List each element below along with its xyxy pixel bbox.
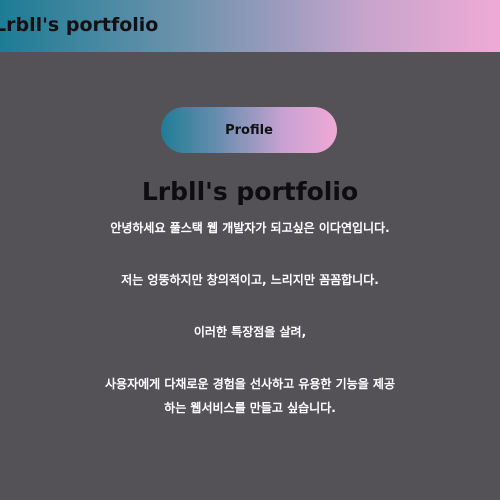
intro-paragraph-goal: 사용자에게 다채로운 경험을 선사하고 유용한 기능을 제공하는 웹서비스를 만…: [104, 377, 396, 415]
header-bar: Lrbll's portfolio: [0, 0, 500, 52]
intro-paragraph-personality: 저는 엉뚱하지만 창의적이고, 느리지만 꼼꼼합니다.: [121, 273, 379, 287]
profile-button[interactable]: Profile: [161, 107, 337, 153]
intro-paragraph-greeting: 안녕하세요 풀스택 웹 개발자가 되고싶은 이다연입니다.: [110, 221, 390, 235]
intro-paragraph-strengths: 이러한 특장점을 살려,: [193, 325, 307, 339]
header-title[interactable]: Lrbll's portfolio: [0, 14, 158, 36]
page-title: Lrbll's portfolio: [141, 177, 359, 206]
intro-text: 안녕하세요 풀스택 웹 개발자가 되고싶은 이다연입니다. 저는 엉뚱하지만 창…: [100, 216, 400, 420]
